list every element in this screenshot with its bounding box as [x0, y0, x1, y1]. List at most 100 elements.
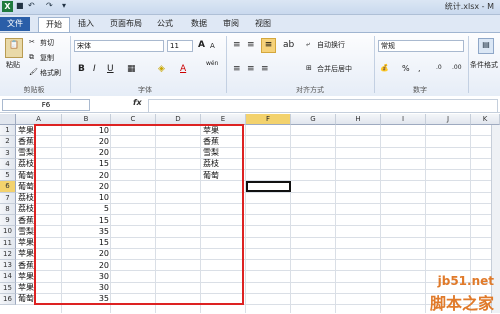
merge-icon[interactable]: ⊞ [306, 64, 312, 72]
insert-function-button[interactable]: fx [133, 98, 142, 107]
group-divider [70, 36, 71, 93]
row-header[interactable]: 8 [0, 203, 16, 215]
tab-file[interactable]: 文件 [0, 17, 30, 31]
grow-font-button[interactable]: A [198, 40, 205, 50]
underline-button[interactable]: U [107, 64, 114, 74]
row-header[interactable]: 5 [0, 170, 16, 182]
alignment-group-label: 对齐方式 [296, 86, 324, 94]
clipboard-group-label: 剪贴板 [23, 86, 45, 94]
number-group-label: 数字 [413, 86, 427, 94]
row-header[interactable]: 11 [0, 237, 16, 249]
phonetic-button[interactable]: wén [206, 60, 218, 67]
row-header[interactable]: 15 [0, 282, 16, 294]
row-header[interactable]: 14 [0, 271, 16, 283]
row-header[interactable]: 7 [0, 192, 16, 204]
row-header[interactable]: 4 [0, 158, 16, 170]
fill-color-icon[interactable]: ◈ [158, 64, 165, 74]
active-cell-f6[interactable] [246, 181, 291, 192]
wrap-text-button[interactable]: 自动换行 [317, 40, 345, 50]
row-header[interactable]: 10 [0, 226, 16, 238]
comma-button[interactable]: , [418, 64, 421, 73]
conditional-format-icon[interactable]: ▤ [478, 38, 494, 54]
cell-a[interactable]: 荔枝 [18, 193, 34, 203]
shrink-font-button[interactable]: A [210, 42, 215, 50]
row-header[interactable]: 12 [0, 248, 16, 260]
customize-icon[interactable]: ▾ [62, 1, 66, 10]
align-middle-icon[interactable]: ≡ [247, 40, 255, 50]
cut-icon[interactable]: ✂ [29, 38, 35, 46]
column-header-j[interactable]: J [426, 114, 471, 125]
bold-button[interactable]: B [78, 64, 85, 74]
paste-icon[interactable]: 📋 [5, 38, 23, 58]
tab-page-layout[interactable]: 页面布局 [106, 17, 146, 31]
cell-a[interactable]: 葡萄 [18, 171, 34, 181]
format-painter-button[interactable]: 格式刷 [40, 68, 61, 78]
font-color-button[interactable]: A [180, 64, 186, 74]
row-header[interactable]: 13 [0, 260, 16, 272]
currency-icon[interactable]: 💰 [380, 64, 389, 72]
merge-center-button[interactable]: 合并后居中 [317, 64, 352, 74]
orientation-icon[interactable]: ab [283, 40, 294, 50]
font-size-select[interactable]: 11 [167, 40, 193, 52]
column-header-h[interactable]: H [336, 114, 381, 125]
column-header-k[interactable]: K [471, 114, 500, 125]
name-box[interactable]: F6 [2, 99, 90, 111]
number-format-select[interactable]: 常规 [378, 40, 464, 52]
italic-button[interactable]: I [93, 64, 96, 74]
cell-a[interactable]: 葡萄 [18, 294, 34, 304]
excel-app-icon[interactable]: X [2, 1, 13, 12]
column-header-i[interactable]: I [381, 114, 426, 125]
cell-a[interactable]: 荔枝 [18, 159, 34, 169]
row-header[interactable]: 9 [0, 215, 16, 227]
cell-a[interactable]: 苹果 [18, 249, 34, 259]
copy-button[interactable]: 复制 [40, 53, 54, 63]
group-divider [374, 36, 375, 93]
paste-button[interactable]: 粘贴 [6, 60, 20, 70]
align-bottom-icon[interactable]: ≡ [261, 38, 276, 53]
select-all-corner[interactable] [0, 114, 16, 125]
cell-a[interactable]: 葡萄 [18, 182, 34, 192]
align-center-icon[interactable]: ≡ [247, 64, 255, 74]
cell-a[interactable]: 雪梨 [18, 148, 34, 158]
cell-a[interactable]: 香蕉 [18, 261, 34, 271]
column-header-f[interactable]: F [246, 114, 291, 125]
cell-a[interactable]: 苹果 [18, 238, 34, 248]
row-header[interactable]: 2 [0, 136, 16, 148]
font-name-select[interactable]: 宋体 [74, 40, 164, 52]
redo-icon[interactable]: ↷ [46, 1, 53, 10]
formula-input[interactable] [148, 99, 498, 113]
tab-view[interactable]: 视图 [250, 17, 276, 31]
align-right-icon[interactable]: ≡ [261, 64, 269, 74]
cell-a[interactable]: 雪梨 [18, 227, 34, 237]
cell-a[interactable]: 苹果 [18, 126, 34, 136]
row-header[interactable]: 3 [0, 147, 16, 159]
align-left-icon[interactable]: ≡ [233, 64, 241, 74]
wrap-text-icon[interactable]: ⤶ [306, 40, 310, 49]
tab-formulas[interactable]: 公式 [152, 17, 178, 31]
row-header[interactable]: 6 [0, 181, 16, 193]
watermark-site-name: 脚本之家 [429, 294, 494, 313]
cut-button[interactable]: 剪切 [40, 38, 54, 48]
undo-icon[interactable]: ↶ [28, 1, 35, 10]
column-header-g[interactable]: G [291, 114, 336, 125]
cell-a[interactable]: 苹果 [18, 283, 34, 293]
cell-a[interactable]: 香蕉 [18, 137, 34, 147]
cell-a[interactable]: 香蕉 [18, 216, 34, 226]
decrease-decimal-icon[interactable]: .00 [452, 64, 462, 71]
cell-a[interactable]: 苹果 [18, 272, 34, 282]
row-header[interactable]: 1 [0, 125, 16, 137]
align-top-icon[interactable]: ≡ [233, 40, 241, 50]
save-icon[interactable]: ■ [16, 1, 24, 10]
conditional-format-button[interactable]: 条件格式 [470, 60, 498, 70]
percent-button[interactable]: % [402, 64, 410, 73]
tab-review[interactable]: 审阅 [218, 17, 244, 31]
row-header[interactable]: 16 [0, 293, 16, 305]
copy-icon[interactable]: ⧉ [29, 53, 34, 62]
tab-insert[interactable]: 插入 [72, 17, 100, 31]
cell-a[interactable]: 荔枝 [18, 204, 34, 214]
format-painter-icon[interactable]: 🖌 [29, 68, 38, 76]
increase-decimal-icon[interactable]: .0 [436, 64, 442, 71]
border-icon[interactable]: ▦ [127, 64, 136, 74]
tab-home[interactable]: 开始 [38, 17, 70, 32]
tab-data[interactable]: 数据 [186, 17, 212, 31]
